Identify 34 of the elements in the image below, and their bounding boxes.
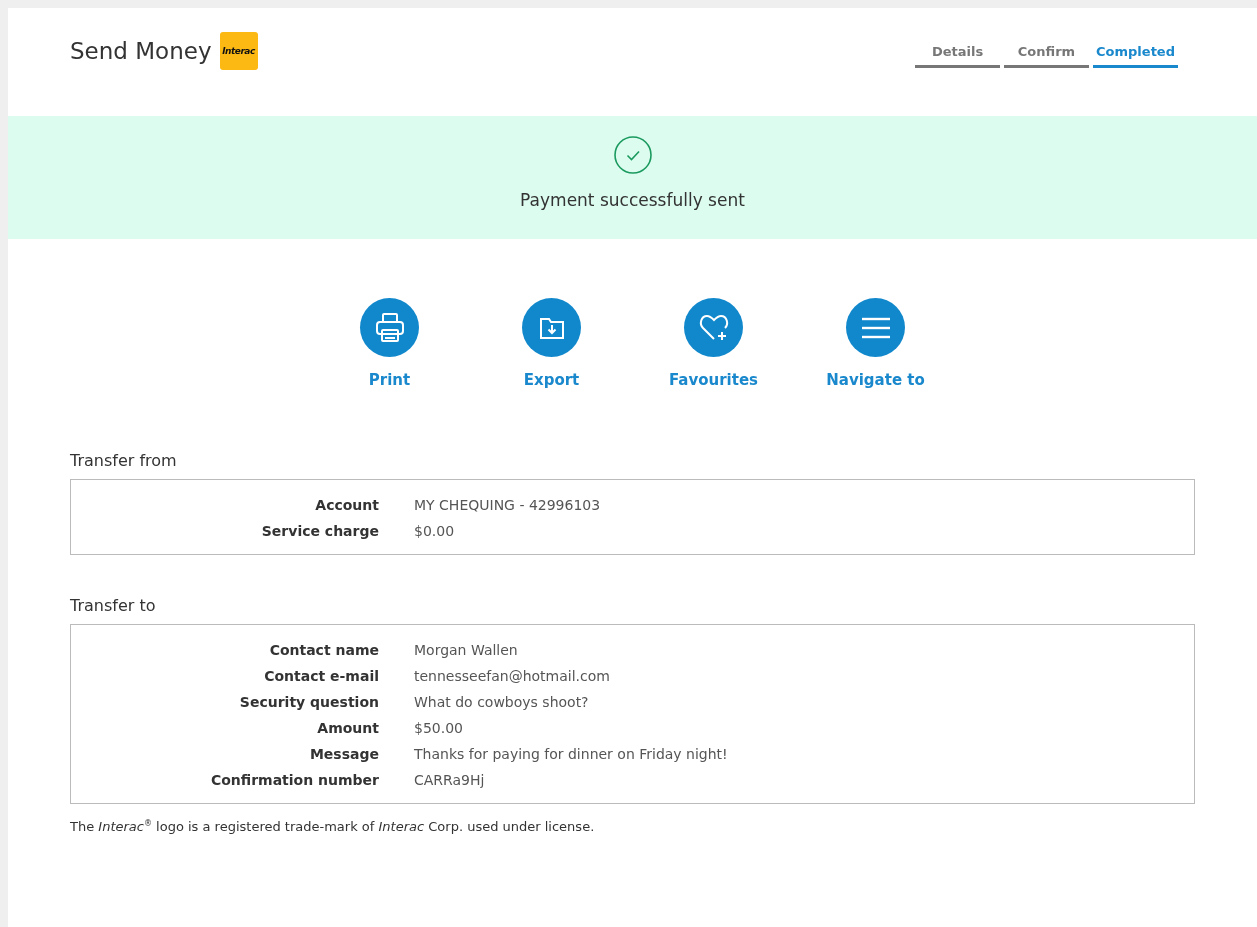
field-value: Morgan Wallen xyxy=(414,642,519,658)
action-link[interactable]: Navigate to xyxy=(826,371,925,389)
menu-icon xyxy=(860,316,891,339)
step-tab[interactable]: Confirm xyxy=(1004,36,1089,68)
folder-download-icon xyxy=(538,315,565,340)
action-link[interactable]: Favourites xyxy=(668,371,759,389)
field-label: Security question xyxy=(238,694,379,710)
action-link[interactable]: Print xyxy=(368,371,411,389)
field-value: MY CHEQUING - 42996103 xyxy=(414,497,602,513)
trademark-notice: The Interac$^{®}$ logo is a registered trade-mark of Interac Corp. used under license. xyxy=(70,819,596,835)
page-title: Send Money xyxy=(70,38,212,64)
step-tab[interactable]: Details xyxy=(915,36,1000,68)
field-value: $0.00 xyxy=(414,523,456,539)
field-value: Thanks for paying for dinner on Friday night! xyxy=(414,746,729,762)
action-link[interactable]: Export xyxy=(523,371,580,389)
field-value: $50.00 xyxy=(414,720,464,736)
field-value: What do cowboys shoot? xyxy=(414,694,590,710)
field-label: Account xyxy=(314,497,379,513)
heart-plus-icon xyxy=(697,312,730,343)
field-label: Service charge xyxy=(260,523,379,539)
field-label: Amount xyxy=(316,720,379,736)
logo: Interac xyxy=(219,32,258,70)
field-label: Confirmation number xyxy=(209,772,379,788)
field-label: Message xyxy=(308,746,379,762)
success-message: Payment successfully sent xyxy=(520,190,745,210)
field-value: tennesseefan@hotmail.com xyxy=(414,668,611,684)
field-label: Contact e-mail xyxy=(263,668,379,684)
section-title: Transfer to xyxy=(70,596,157,615)
section-title: Transfer from xyxy=(70,451,178,470)
checkmark-circle-icon xyxy=(613,136,652,174)
printer-icon xyxy=(374,311,405,344)
field-label: Contact name xyxy=(268,642,379,658)
step-tab[interactable]: Completed xyxy=(1093,36,1178,68)
field-value: CARRa9Hj xyxy=(414,772,486,788)
